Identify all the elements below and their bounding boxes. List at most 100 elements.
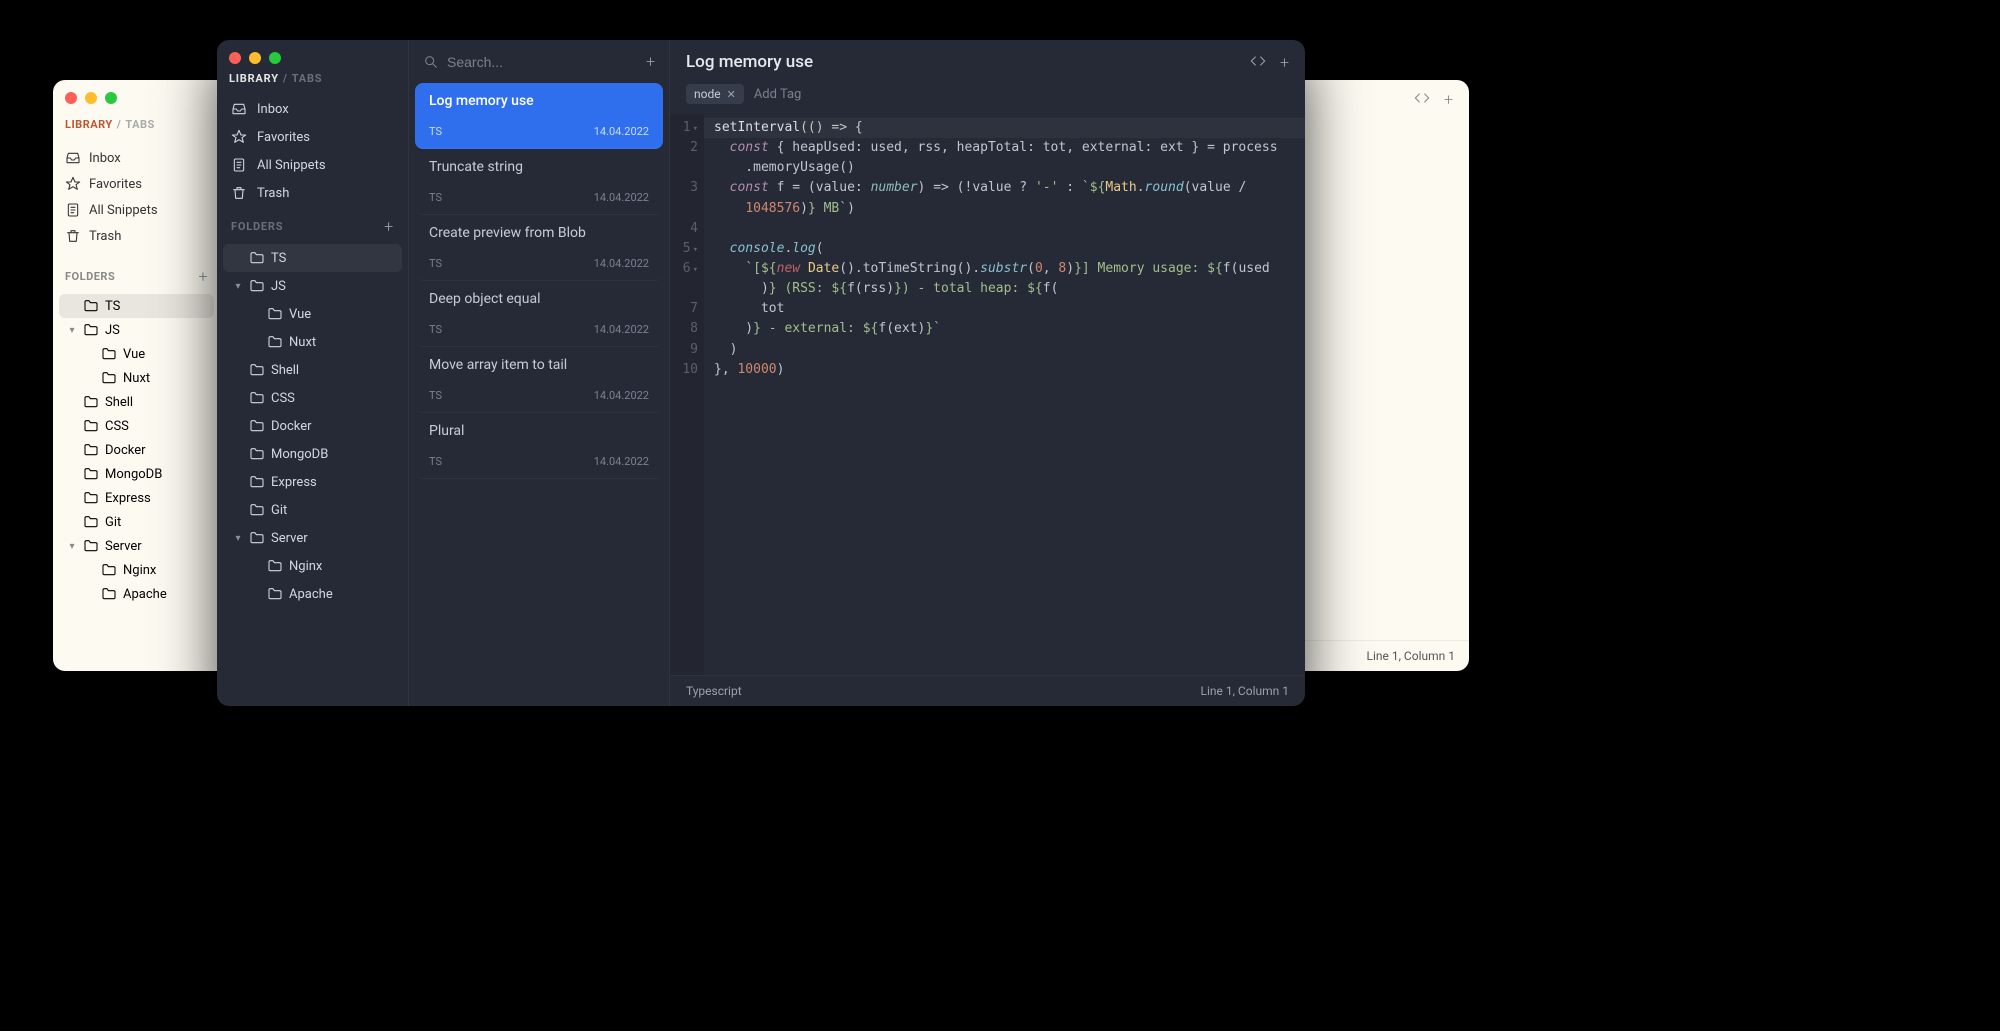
folder-js[interactable]: ▾JS (59, 318, 214, 342)
search-input[interactable] (447, 54, 636, 70)
folder-docker[interactable]: Docker (59, 438, 214, 462)
folders-header: FOLDERS + (53, 261, 220, 292)
folder-server[interactable]: ▾Server (223, 524, 402, 552)
snippet-item[interactable]: PluralTS14.04.2022 (415, 413, 663, 479)
folder-nginx[interactable]: Nginx (223, 552, 402, 580)
snippet-item[interactable]: Move array item to tailTS14.04.2022 (415, 347, 663, 413)
nav-all-snippets[interactable]: All Snippets (217, 151, 408, 179)
add-button[interactable]: + (1280, 53, 1289, 72)
folder-express[interactable]: Express (59, 486, 214, 510)
folder-ts[interactable]: TS (223, 244, 402, 272)
code-editor[interactable]: 12345678910 setInterval(() => { const { … (670, 114, 1305, 675)
folder-express[interactable]: Express (223, 468, 402, 496)
folder-git[interactable]: Git (223, 496, 402, 524)
code-line: )} (RSS: ${f(rss)}) - total heap: ${f( (704, 279, 1305, 299)
folder-js[interactable]: ▾JS (223, 272, 402, 300)
nav-favorites[interactable]: Favorites (217, 123, 408, 151)
folder-label: TS (105, 299, 120, 314)
folder-label: Git (271, 503, 287, 518)
minimize-dot[interactable] (85, 92, 97, 104)
snippet-item[interactable]: Deep object equalTS14.04.2022 (415, 281, 663, 347)
add-tag-button[interactable]: Add Tag (754, 87, 802, 102)
folder-git[interactable]: Git (59, 510, 214, 534)
snippet-lang: TS (429, 257, 442, 270)
nav-favorites[interactable]: Favorites (53, 171, 220, 197)
folder-icon (83, 442, 99, 458)
add-snippet-button[interactable]: + (646, 52, 655, 71)
folders-header-label: FOLDERS (231, 220, 283, 233)
folder-css[interactable]: CSS (223, 384, 402, 412)
snippet-item[interactable]: Truncate stringTS14.04.2022 (415, 149, 663, 215)
code-lines[interactable]: setInterval(() => { const { heapUsed: us… (704, 114, 1305, 675)
add-folder-button[interactable]: + (384, 217, 394, 236)
editor-title: Log memory use (686, 52, 813, 72)
folder-label: Express (271, 475, 317, 490)
folder-icon (249, 502, 265, 518)
remove-tag-icon[interactable]: ✕ (727, 88, 736, 101)
folder-css[interactable]: CSS (59, 414, 214, 438)
code-line: )} - external: ${f(ext)}` (704, 319, 1305, 339)
folder-icon (249, 418, 265, 434)
folder-shell[interactable]: Shell (59, 390, 214, 414)
folder-icon (83, 466, 99, 482)
folder-vue[interactable]: Vue (223, 300, 402, 328)
search-box[interactable] (423, 54, 636, 70)
zoom-dot[interactable] (105, 92, 117, 104)
star-icon (231, 129, 247, 145)
snippet-item[interactable]: Create preview from BlobTS14.04.2022 (415, 215, 663, 281)
snippet-meta: TS14.04.2022 (429, 125, 649, 138)
chevron-icon: ▾ (67, 541, 77, 552)
folder-mongodb[interactable]: MongoDB (59, 462, 214, 486)
breadcrumb-tabs: TABS (125, 118, 154, 131)
folder-vue[interactable]: Vue (59, 342, 214, 366)
add-folder-button[interactable]: + (198, 267, 208, 286)
folder-label: JS (105, 323, 120, 338)
code-icon[interactable] (1414, 90, 1430, 106)
folder-server[interactable]: ▾Server (59, 534, 214, 558)
folder-icon (249, 530, 265, 546)
chevron-icon: ▾ (233, 533, 243, 544)
minimize-dot[interactable] (249, 52, 261, 64)
folder-shell[interactable]: Shell (223, 356, 402, 384)
tag-chip[interactable]: node ✕ (686, 84, 744, 104)
document-icon (231, 157, 247, 173)
folder-tree: TS▾JS Vue Nuxt Shell CSS DockerMongoDB Express… (217, 244, 408, 608)
code-icon[interactable] (1250, 53, 1266, 69)
snippet-date: 14.04.2022 (594, 455, 649, 468)
snippet-item[interactable]: Log memory useTS14.04.2022 (415, 83, 663, 149)
nav-trash[interactable]: Trash (53, 223, 220, 249)
add-button[interactable]: + (1444, 90, 1453, 109)
folder-icon (267, 334, 283, 350)
folder-apache[interactable]: Apache (223, 580, 402, 608)
folder-nginx[interactable]: Nginx (59, 558, 214, 582)
folder-docker[interactable]: Docker (223, 412, 402, 440)
folder-mongodb[interactable]: MongoDB (223, 440, 402, 468)
snippet-date: 14.04.2022 (594, 323, 649, 336)
close-dot[interactable] (229, 52, 241, 64)
snippet-title: Plural (429, 423, 649, 439)
nav-inbox[interactable]: Inbox (217, 95, 408, 123)
folder-label: Vue (289, 307, 311, 322)
folder-nuxt[interactable]: Nuxt (223, 328, 402, 356)
folder-nuxt[interactable]: Nuxt (59, 366, 214, 390)
snippet-meta: TS14.04.2022 (429, 389, 649, 402)
folder-icon (101, 562, 117, 578)
folder-icon (267, 306, 283, 322)
folder-label: Nuxt (289, 335, 316, 350)
folder-label: Express (105, 491, 151, 506)
nav-inbox[interactable]: Inbox (53, 145, 220, 171)
folder-icon (83, 298, 99, 314)
folder-ts[interactable]: TS (59, 294, 214, 318)
folder-label: CSS (271, 391, 295, 406)
close-dot[interactable] (65, 92, 77, 104)
folder-icon (83, 514, 99, 530)
snippet-list-column: + Log memory useTS14.04.2022Truncate str… (409, 40, 670, 706)
nav-label: Inbox (89, 151, 121, 166)
inbox-icon (231, 101, 247, 117)
folder-apache[interactable]: Apache (59, 582, 214, 606)
nav-all-snippets[interactable]: All Snippets (53, 197, 220, 223)
zoom-dot[interactable] (269, 52, 281, 64)
dark-sidebar: LIBRARY / TABS Inbox Favorites All Snipp… (217, 40, 409, 706)
nav-trash[interactable]: Trash (217, 179, 408, 207)
code-line: tot (704, 299, 1305, 319)
